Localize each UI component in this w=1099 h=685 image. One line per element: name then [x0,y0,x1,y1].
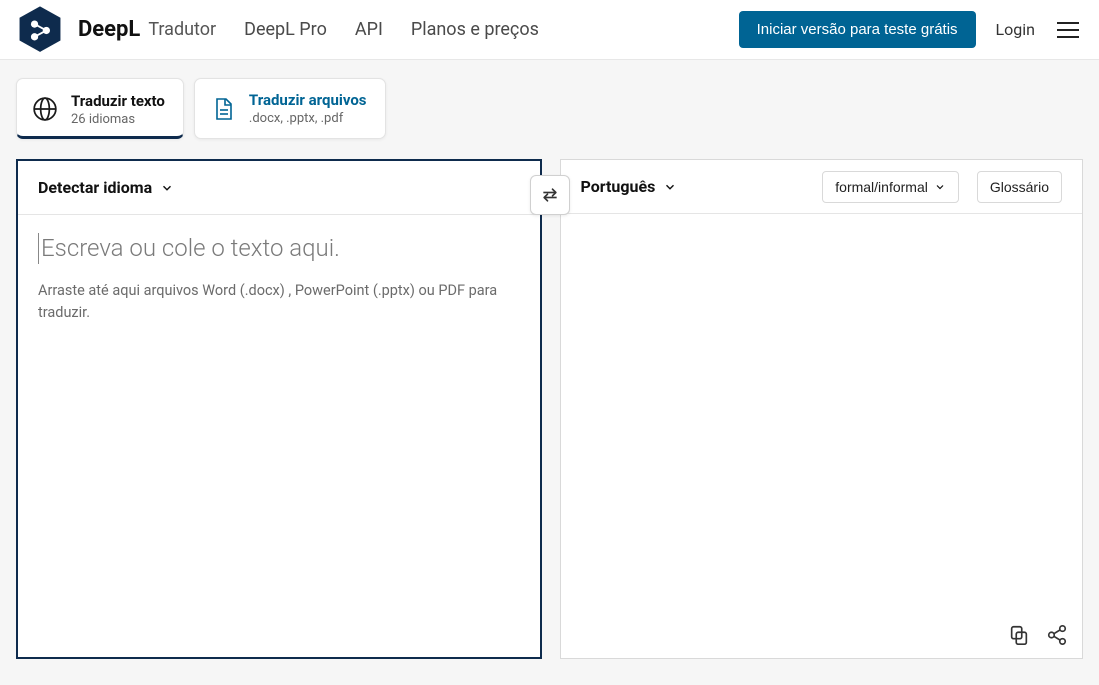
swap-icon [540,185,560,205]
copy-icon[interactable] [1008,624,1030,646]
chevron-down-icon [663,180,677,194]
tab-text-subtitle: 26 idiomas [71,112,165,127]
translation-panels: Detectar idioma Escreva ou cole o texto … [0,139,1099,675]
target-panel: Português formal/informal Glossário [560,159,1084,659]
source-language-selector[interactable]: Detectar idioma [38,178,174,197]
glossary-label: Glossário [990,179,1049,195]
logo-icon [16,6,64,54]
tab-text-labels: Traduzir texto 26 idiomas [71,92,165,127]
target-panel-header: Português formal/informal Glossário [561,160,1083,214]
main-nav: Tradutor DeepL Pro API Planos e preços [148,19,539,40]
formality-label: formal/informal [835,179,928,195]
source-panel: Detectar idioma Escreva ou cole o texto … [16,159,542,659]
tab-files-title: Traduzir arquivos [249,91,367,109]
source-text-area[interactable]: Escreva ou cole o texto aqui. Arraste at… [18,215,540,657]
nav-translator[interactable]: Tradutor [148,19,216,40]
formality-selector[interactable]: formal/informal [822,171,959,203]
glossary-button[interactable]: Glossário [977,171,1062,203]
tab-text-title: Traduzir texto [71,92,165,110]
brand-name: DeepL [78,17,140,42]
nav-plans[interactable]: Planos e preços [411,19,539,40]
logo-block[interactable]: DeepL [16,6,140,54]
tab-translate-text[interactable]: Traduzir texto 26 idiomas [16,78,184,139]
hamburger-menu-icon[interactable] [1053,13,1083,47]
globe-icon [31,95,59,123]
chevron-down-icon [934,181,946,193]
login-link[interactable]: Login [996,20,1035,39]
free-trial-button[interactable]: Iniciar versão para teste grátis [739,11,976,48]
source-placeholder: Escreva ou cole o texto aqui. [38,233,520,264]
source-language-label: Detectar idioma [38,178,152,197]
tab-files-labels: Traduzir arquivos .docx, .pptx, .pdf [249,91,367,126]
nav-pro[interactable]: DeepL Pro [244,19,327,40]
target-footer-actions [1008,624,1068,646]
share-icon[interactable] [1046,624,1068,646]
target-language-selector[interactable]: Português [581,177,678,196]
source-panel-header: Detectar idioma [18,161,540,215]
tab-translate-files[interactable]: Traduzir arquivos .docx, .pptx, .pdf [194,78,386,139]
source-drop-hint: Arraste até aqui arquivos Word (.docx) ,… [38,280,498,324]
chevron-down-icon [160,181,174,195]
document-icon [209,95,237,123]
mode-tabs: Traduzir texto 26 idiomas Traduzir arqui… [0,60,1099,139]
nav-api[interactable]: API [355,19,383,40]
tab-files-subtitle: .docx, .pptx, .pdf [249,111,367,126]
main-header: DeepL Tradutor DeepL Pro API Planos e pr… [0,0,1099,60]
swap-languages-button[interactable] [530,175,570,215]
target-text-area [561,214,1083,658]
target-language-label: Português [581,177,656,196]
